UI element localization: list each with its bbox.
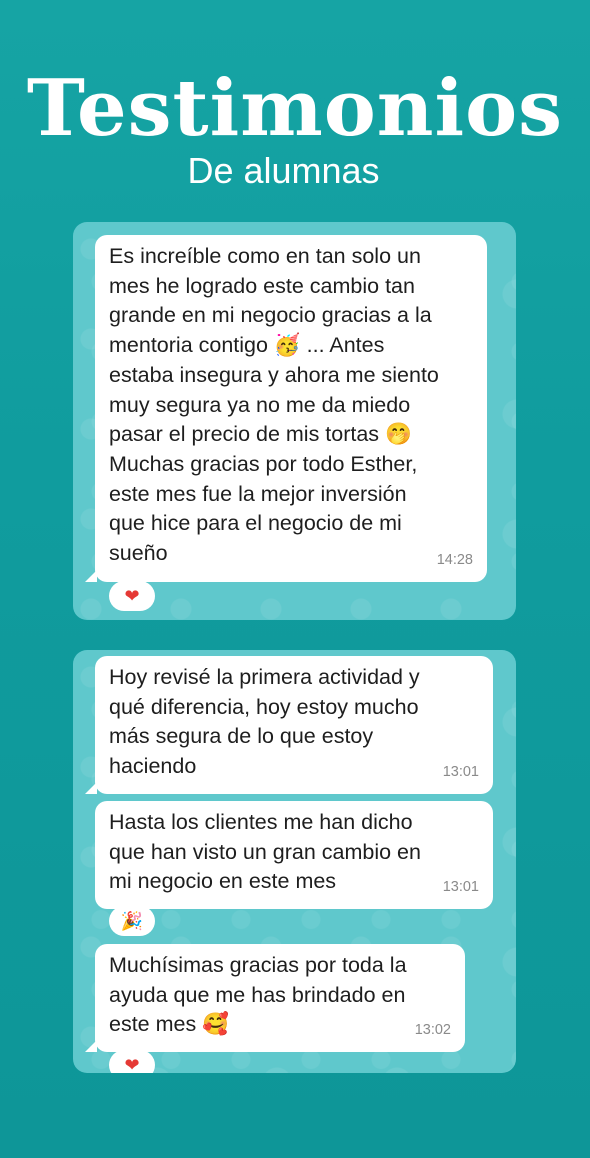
heart-reaction-icon[interactable]: ❤ bbox=[109, 581, 155, 611]
message-bubble: Es increíble como en tan solo un mes he … bbox=[95, 235, 487, 582]
message-text: Es increíble como en tan solo un mes he … bbox=[109, 244, 439, 566]
message-text: Muchísimas gracias por toda la ayuda que… bbox=[109, 953, 407, 1037]
message-text: Hasta los clientes me han dicho que han … bbox=[109, 810, 421, 894]
message-text: Hoy revisé la primera actividad y qué di… bbox=[109, 665, 420, 779]
heart-reaction-icon[interactable]: ❤ bbox=[109, 1050, 155, 1073]
bubble-tail bbox=[85, 782, 97, 794]
message-timestamp: 14:28 bbox=[436, 552, 473, 569]
message-timestamp: 13:01 bbox=[442, 879, 479, 896]
message-timestamp: 13:02 bbox=[414, 1022, 451, 1039]
message-bubble: Muchísimas gracias por toda la ayuda que… bbox=[95, 944, 465, 1052]
message-bubble: Hasta los clientes me han dicho que han … bbox=[95, 801, 493, 909]
message-timestamp: 13:01 bbox=[442, 764, 479, 781]
chat-screenshot-2: Hoy revisé la primera actividad y qué di… bbox=[73, 650, 516, 1073]
chat-screenshot-1: Es increíble como en tan solo un mes he … bbox=[73, 222, 516, 620]
message-bubble: Hoy revisé la primera actividad y qué di… bbox=[95, 656, 493, 794]
party-popper-reaction-icon[interactable]: 🎉 bbox=[109, 906, 155, 936]
page-subtitle: De alumnas bbox=[187, 150, 380, 191]
bubble-tail bbox=[85, 570, 97, 582]
page-title: Testimonios bbox=[26, 63, 564, 154]
bubble-tail bbox=[85, 1040, 97, 1052]
